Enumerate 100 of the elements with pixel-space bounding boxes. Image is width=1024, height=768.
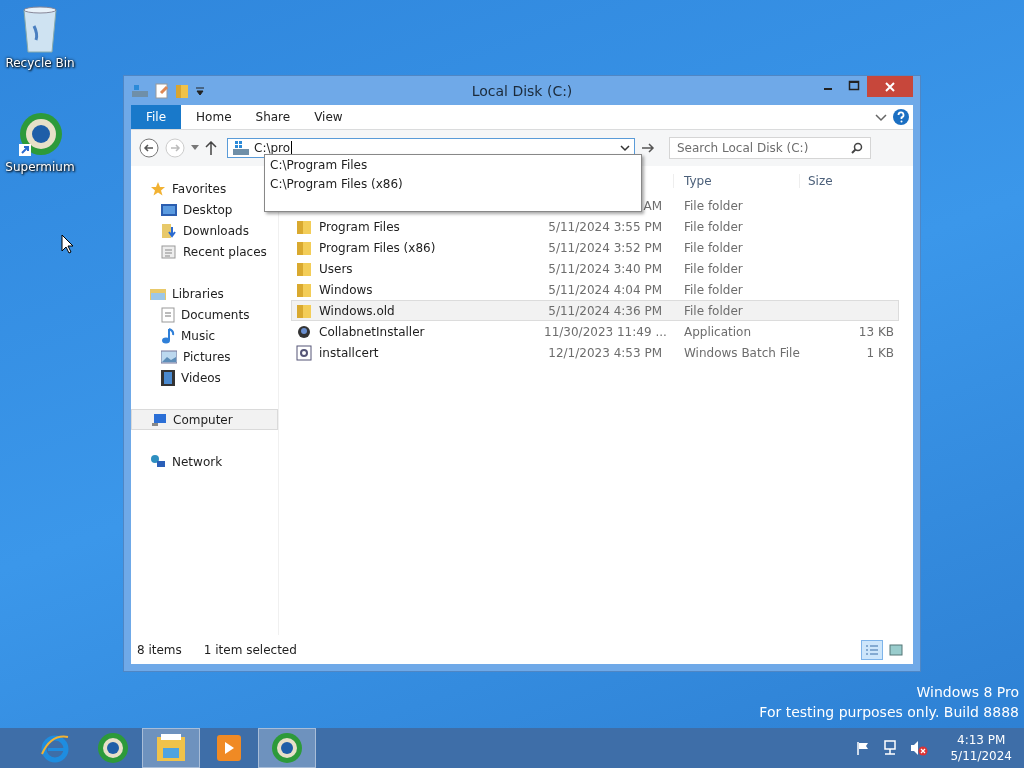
ribbon-tab[interactable]: Home [187, 110, 241, 124]
tiles-view-icon [889, 644, 903, 656]
file-name: Users [319, 261, 353, 276]
file-row[interactable]: Windows.old 5/11/2024 4:36 PM File folder [291, 300, 899, 321]
column-header[interactable]: Type [673, 173, 799, 188]
date-cell-text: 5/11/2024 4:04 PM [547, 282, 662, 297]
go-arrow-icon[interactable] [641, 142, 655, 154]
item-count: 8 items [137, 643, 182, 657]
date-cell-text: 5/11/2024 3:40 PM [547, 261, 662, 276]
downloads-icon [161, 222, 177, 239]
desktop-icon-label[interactable]: Recycle Bin [5, 56, 75, 70]
size-cell: 13 KB [858, 324, 894, 339]
nav-item[interactable]: Music [131, 325, 220, 346]
file-name: Program Files (x86) [319, 240, 436, 255]
drive-icon [232, 140, 250, 156]
recent-places-icon [161, 243, 177, 260]
dropdown-icon[interactable] [620, 144, 630, 152]
type-cell-text: File folder [683, 219, 744, 234]
nav-item[interactable]: Videos [131, 367, 225, 388]
picture-icon [161, 349, 177, 364]
file-row[interactable]: CollabnetInstaller 11/30/2023 11:49 ... Application 13 KB [291, 321, 899, 342]
date-cell-text: 5/11/2024 4:36 PM [547, 303, 662, 318]
recycle-bin-icon[interactable] [20, 6, 60, 54]
nav-item[interactable]: Documents [131, 304, 254, 325]
play-icon [216, 734, 242, 762]
os-notice-text: Windows 8 Pro [916, 684, 1019, 700]
date-cell-text: 5/11/2024 3:52 PM [547, 240, 662, 255]
nav-item[interactable]: Pictures [131, 346, 235, 367]
suggestion-item[interactable]: C:\Program Files [270, 156, 636, 175]
folder-icon [296, 219, 312, 234]
folder-icon [150, 286, 166, 301]
type-cell-text: Application [683, 324, 753, 339]
type-cell-text: File folder [683, 303, 744, 318]
date-cell-text: 12/1/2023 4:53 PM [547, 345, 662, 360]
folder-icon [296, 261, 312, 276]
nav-item[interactable]: Desktop [131, 199, 237, 220]
folder-icon [296, 282, 312, 297]
file-row[interactable]: Program Files 5/11/2024 3:55 PM File folder [291, 216, 899, 237]
file-name: Windows [319, 282, 373, 297]
caret-icon[interactable] [191, 145, 199, 151]
taskbar-button[interactable] [142, 728, 200, 768]
installer-icon [296, 323, 312, 340]
size-cell: 1 KB [866, 345, 894, 360]
browser-icon[interactable] [17, 112, 63, 158]
column-header[interactable]: Size [799, 173, 833, 188]
selection-count: 1 item selected [203, 643, 297, 657]
desktop-icon-label[interactable]: Supermium [5, 160, 75, 174]
close-icon [885, 81, 895, 92]
muted-speaker-icon[interactable] [910, 740, 929, 756]
file-menu-tab[interactable]: File [131, 105, 182, 129]
file-row[interactable]: installcert 12/1/2023 4:53 PM Windows Batch File 1 KB [291, 342, 899, 363]
type-cell-text: File folder [683, 261, 744, 276]
browser-icon [97, 732, 129, 764]
dropdown-icon[interactable] [195, 85, 205, 96]
nav-item[interactable]: Downloads [131, 220, 253, 241]
computer-icon [151, 412, 167, 427]
ribbon-tab[interactable]: Share [246, 110, 300, 124]
nav-item[interactable]: Recent places [131, 241, 271, 262]
clock[interactable]: 4:13 PM 5/11/2024 [950, 732, 1012, 764]
back-icon[interactable] [139, 138, 159, 158]
file-name: Program Files [319, 219, 400, 234]
nav-item[interactable]: Computer [131, 409, 278, 430]
close-button[interactable] [867, 76, 913, 97]
os-notice-text: For testing purposes only. Build 8888 [759, 704, 1019, 720]
file-row[interactable]: Program Files (x86) 5/11/2024 3:52 PM File folder [291, 237, 899, 258]
help-icon[interactable] [893, 109, 909, 125]
list-view-icon [865, 644, 879, 656]
properties-icon[interactable] [155, 82, 169, 99]
film-icon [161, 369, 175, 386]
file-name: installcert [319, 345, 379, 360]
up-icon[interactable] [205, 141, 217, 155]
nav-item[interactable]: Network [131, 451, 227, 472]
browser-icon [271, 732, 303, 764]
flag-icon[interactable] [856, 741, 871, 755]
type-cell-text: Windows Batch File [683, 345, 801, 360]
file-name: CollabnetInstaller [319, 324, 425, 339]
mouse-cursor-icon [61, 234, 75, 254]
search-field[interactable]: Search Local Disk (C:) [669, 137, 871, 159]
file-row[interactable]: Users 5/11/2024 3:40 PM File folder [291, 258, 899, 279]
document-icon [161, 306, 175, 323]
date-cell-text: AM [642, 198, 662, 213]
file-row[interactable]: Windows 5/11/2024 4:04 PM File folder [291, 279, 899, 300]
music-note-icon [161, 327, 175, 344]
star-icon [150, 180, 166, 197]
suggestion-item[interactable]: C:\Program Files (x86) [270, 175, 636, 194]
type-cell-text: File folder [683, 282, 744, 297]
chevron-icon[interactable] [875, 112, 887, 122]
date-cell-text: 5/11/2024 3:55 PM [547, 219, 662, 234]
batch-file-icon [296, 344, 312, 361]
folder-icon [296, 303, 312, 318]
taskbar-button[interactable] [258, 728, 316, 768]
network-icon[interactable] [882, 740, 899, 756]
ribbon-tab[interactable]: View [305, 110, 352, 124]
window-title: Local Disk (C:) [471, 82, 573, 99]
file-name: Windows.old [319, 303, 395, 318]
search-icon [851, 142, 863, 154]
monitor-icon [161, 202, 177, 217]
folder-icon [296, 240, 312, 255]
nav-item[interactable]: Favorites [131, 178, 231, 199]
nav-item[interactable]: Libraries [131, 283, 228, 304]
